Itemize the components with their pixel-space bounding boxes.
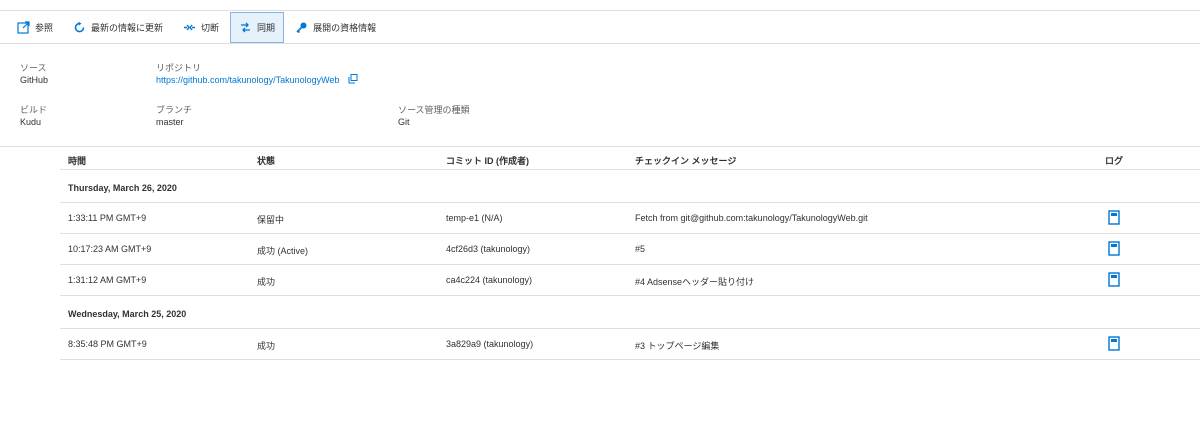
- log-document-icon[interactable]: [1108, 336, 1120, 351]
- source-label: ソース: [20, 63, 47, 73]
- toolbar-divider: [0, 43, 1200, 44]
- group-date: Thursday, March 26, 2020: [68, 183, 177, 193]
- row-time: 1:31:12 AM GMT+9: [68, 275, 147, 285]
- disconnect-icon: [183, 21, 196, 34]
- header-commit[interactable]: コミット ID (作成者): [446, 154, 529, 167]
- build-field: ビルド Kudu: [20, 104, 47, 128]
- table-row[interactable]: 1:31:12 AM GMT+9 成功 ca4c224 (takunology)…: [60, 265, 1200, 296]
- copy-icon[interactable]: [348, 74, 358, 84]
- header-time[interactable]: 時間: [68, 154, 86, 167]
- log-document-icon[interactable]: [1108, 210, 1120, 225]
- refresh-icon: [73, 21, 86, 34]
- browse-button[interactable]: 参照: [8, 12, 62, 43]
- row-status: 保留中: [257, 215, 285, 225]
- branch-value: master: [156, 117, 184, 127]
- row-commit: 3a829a9 (takunology): [446, 339, 534, 349]
- log-document-icon[interactable]: [1108, 241, 1120, 256]
- row-message: #3 トップページ編集: [635, 341, 720, 351]
- table-header: 時間 状態 コミット ID (作成者) チェックイン メッセージ ログ: [60, 147, 1200, 170]
- open-external-icon: [17, 21, 30, 34]
- sync-label: 同期: [257, 23, 276, 33]
- header-status[interactable]: 状態: [257, 154, 275, 167]
- row-message: #5: [635, 244, 646, 254]
- branch-field: ブランチ master: [156, 104, 192, 128]
- branch-label: ブランチ: [156, 105, 193, 115]
- top-divider: [0, 10, 1200, 11]
- row-time: 1:33:11 PM GMT+9: [68, 213, 147, 223]
- group-header: Thursday, March 26, 2020: [60, 170, 1200, 203]
- log-document-icon[interactable]: [1108, 272, 1120, 287]
- group-date: Wednesday, March 25, 2020: [68, 309, 187, 319]
- row-status: 成功: [257, 341, 276, 351]
- key-icon: [295, 21, 308, 34]
- sync-button[interactable]: 同期: [230, 12, 285, 43]
- scm-type-field: ソース管理の種類 Git: [398, 104, 470, 128]
- row-status: 成功 (Active): [257, 246, 309, 256]
- source-value: GitHub: [20, 75, 49, 85]
- deployment-history-table: 時間 状態 コミット ID (作成者) チェックイン メッセージ ログ Thur…: [60, 147, 1200, 360]
- row-time: 10:17:23 AM GMT+9: [68, 244, 152, 254]
- row-status: 成功: [257, 277, 276, 287]
- credentials-button[interactable]: 展開の資格情報: [286, 12, 385, 43]
- row-commit: ca4c224 (takunology): [446, 275, 533, 285]
- refresh-button[interactable]: 最新の情報に更新: [64, 12, 172, 43]
- credentials-label: 展開の資格情報: [313, 23, 377, 33]
- build-value: Kudu: [20, 117, 42, 127]
- build-label: ビルド: [20, 105, 48, 115]
- sync-icon: [239, 21, 252, 34]
- row-commit: 4cf26d3 (takunology): [446, 244, 531, 254]
- repository-label: リポジトリ: [156, 63, 202, 73]
- repository-field: リポジトリ https://github.com/takunology/Taku…: [156, 62, 358, 86]
- row-message: #4 Adsenseヘッダー貼り付け: [635, 277, 755, 287]
- group-header: Wednesday, March 25, 2020: [60, 296, 1200, 329]
- command-bar: 参照 最新の情報に更新 切断 同期 展開の資格情報: [8, 12, 387, 43]
- table-row[interactable]: 8:35:48 PM GMT+9 成功 3a829a9 (takunology)…: [60, 329, 1200, 360]
- table-row[interactable]: 10:17:23 AM GMT+9 成功 (Active) 4cf26d3 (t…: [60, 234, 1200, 265]
- row-time: 8:35:48 PM GMT+9: [68, 339, 147, 349]
- scm-type-label: ソース管理の種類: [398, 105, 470, 115]
- repository-link[interactable]: https://github.com/takunology/Takunology…: [156, 75, 339, 85]
- refresh-label: 最新の情報に更新: [91, 23, 164, 33]
- row-message: Fetch from git@github.com:takunology/Tak…: [635, 213, 868, 223]
- header-log[interactable]: ログ: [1105, 154, 1123, 167]
- table-row[interactable]: 1:33:11 PM GMT+9 保留中 temp-e1 (N/A) Fetch…: [60, 203, 1200, 234]
- disconnect-button[interactable]: 切断: [174, 12, 228, 43]
- disconnect-label: 切断: [201, 23, 220, 33]
- browse-label: 参照: [35, 23, 54, 33]
- header-message[interactable]: チェックイン メッセージ: [635, 154, 736, 167]
- scm-type-value: Git: [398, 117, 410, 127]
- source-field: ソース GitHub: [20, 62, 48, 86]
- row-commit: temp-e1 (N/A): [446, 213, 503, 223]
